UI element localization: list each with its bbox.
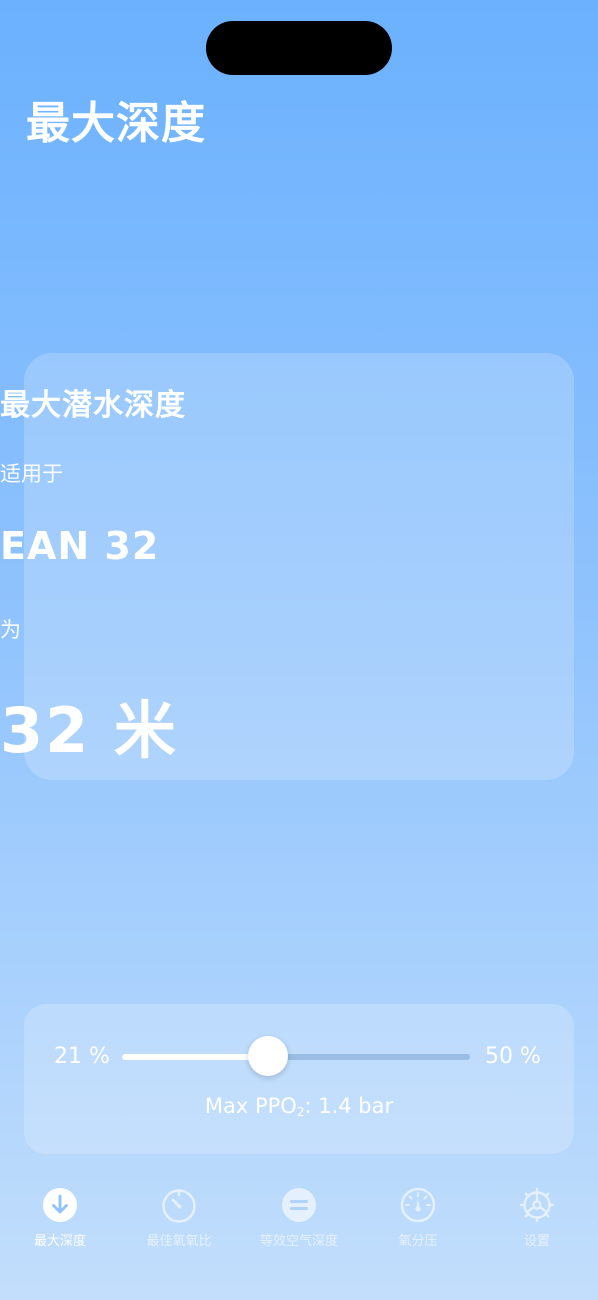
slider-max-label: 50 % <box>485 1044 541 1069</box>
result-heading: 最大潜水深度 <box>0 388 186 423</box>
oxygen-slider[interactable] <box>122 1036 470 1076</box>
ppo2-readout: Max PPO2: 1.4 bar <box>0 1094 598 1119</box>
gear-icon <box>519 1187 555 1223</box>
tab-label: 氧分压 <box>398 1234 438 1249</box>
gauge-icon <box>400 1187 436 1223</box>
ppo2-suffix: : 1.4 bar <box>304 1094 394 1118</box>
tab-best-mix[interactable]: 最佳氧氧比 <box>119 1180 239 1249</box>
tab-label: 等效空气深度 <box>259 1234 338 1249</box>
tab-label: 设置 <box>523 1234 550 1249</box>
slider-fill <box>122 1054 269 1060</box>
tab-label: 最大深度 <box>33 1234 86 1249</box>
result-mix: EAN 32 <box>0 524 160 568</box>
dynamic-island <box>206 21 392 75</box>
timer-icon <box>162 1189 196 1223</box>
page-title: 最大深度 <box>26 98 206 149</box>
result-for-label: 适用于 <box>0 462 63 486</box>
tab-ppo2[interactable]: 氧分压 <box>358 1180 478 1249</box>
ppo2-prefix: Max PPO <box>204 1094 297 1118</box>
slider-card <box>24 1004 574 1154</box>
equal-circle-icon <box>282 1188 316 1222</box>
result-depth: 32 米 <box>0 694 178 767</box>
tab-ead[interactable]: 等效空气深度 <box>239 1180 359 1249</box>
tab-label: 最佳氧氧比 <box>146 1234 212 1249</box>
slider-thumb[interactable] <box>248 1036 289 1076</box>
tab-settings[interactable]: 设置 <box>477 1180 597 1249</box>
tab-max-depth[interactable]: 最大深度 <box>0 1180 120 1249</box>
result-is-label: 为 <box>0 618 21 642</box>
tab-bar: 最大深度 最佳氧氧比 等效空气深度 氧分压 设置 <box>0 1180 598 1260</box>
slider-min-label: 21 % <box>54 1044 110 1069</box>
arrow-down-circle-icon <box>43 1188 77 1222</box>
